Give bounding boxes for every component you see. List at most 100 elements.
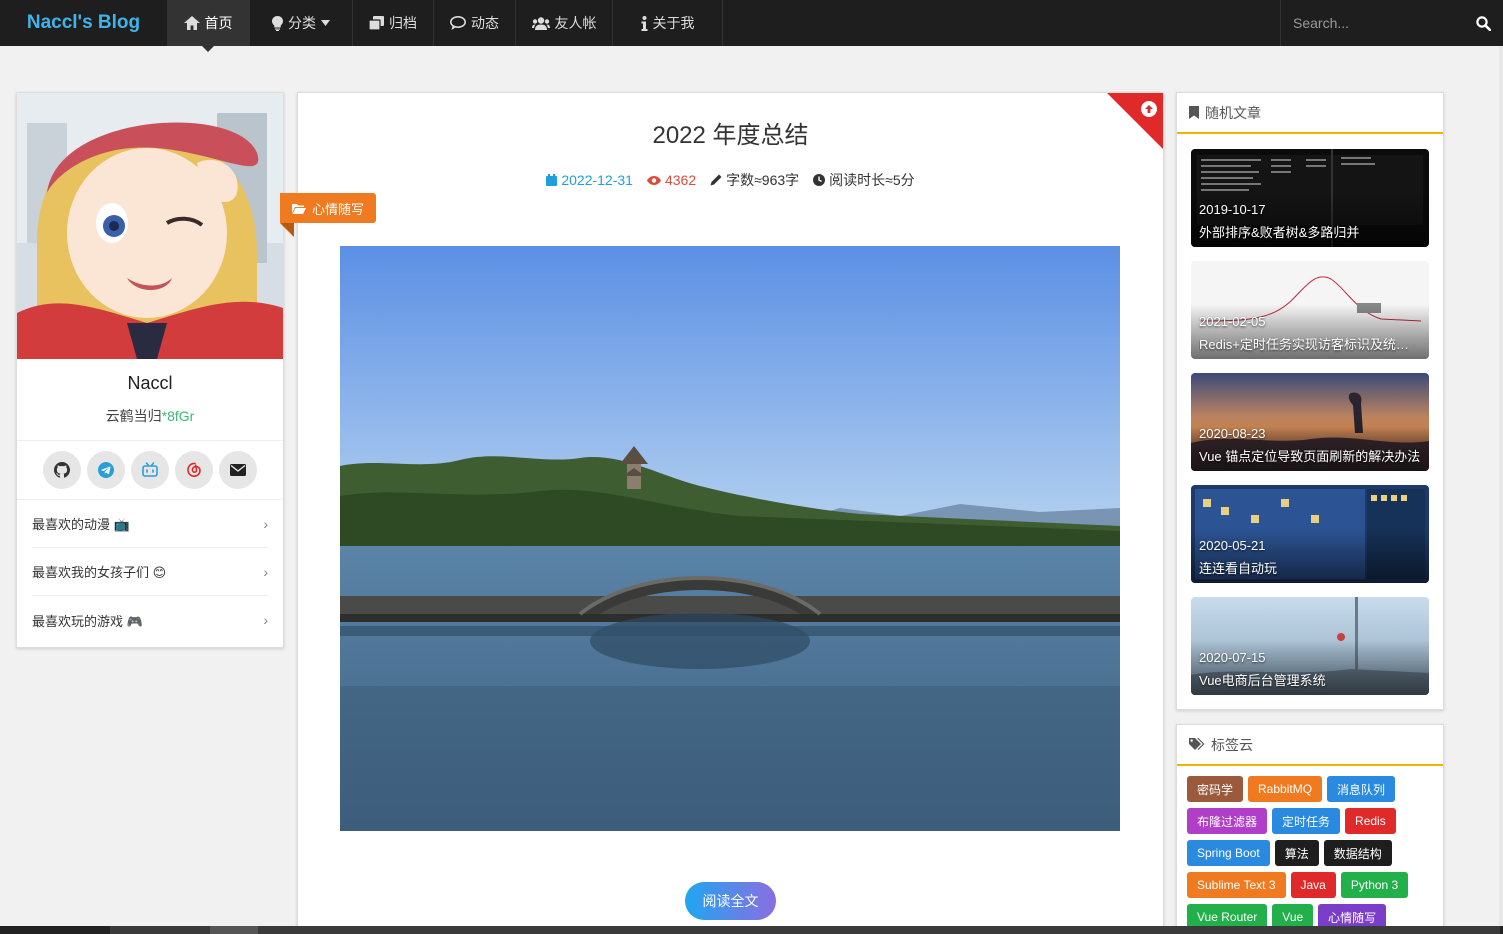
telegram-icon	[98, 462, 114, 478]
tag-item[interactable]: 算法	[1274, 840, 1319, 866]
post-title: 连连看自动玩	[1199, 561, 1278, 576]
random-post-card[interactable]: 2019-10-17 外部排序&败者树&多路归并	[1191, 149, 1429, 247]
nav-home[interactable]: 首页	[167, 0, 250, 52]
post-date: 2019-10-17	[1199, 202, 1266, 217]
post-title: 外部排序&败者树&多路归并	[1199, 225, 1360, 240]
search-box	[1280, 0, 1503, 46]
tag-item[interactable]: 布隆过滤器	[1187, 808, 1268, 834]
tag-item[interactable]: Redis	[1345, 808, 1396, 834]
article-meta: 2022-12-31 4362 字数≈963字 阅读时长≈5分	[298, 170, 1163, 190]
profile-name: Naccl	[127, 373, 173, 393]
page-scrollbar[interactable]	[1499, 46, 1503, 934]
email-link[interactable]	[219, 451, 257, 489]
post-date: 2020-05-21	[1199, 538, 1266, 553]
article-read-time: 阅读时长≈5分	[813, 170, 915, 190]
search-input[interactable]	[1293, 15, 1453, 31]
profile-motto: 云鹤当归*8fGr	[105, 408, 195, 424]
random-post-card[interactable]: 2020-05-21 连连看自动玩	[1191, 485, 1429, 583]
arrow-up-icon	[1141, 101, 1157, 117]
article-card: 2022 年度总结 2022-12-31 4362 字数≈963字 阅读时长≈5…	[280, 92, 1164, 934]
social-links	[17, 440, 283, 500]
avatar	[17, 93, 283, 359]
tag-item[interactable]: RabbitMQ	[1248, 776, 1323, 802]
nav-home-label: 首页	[204, 15, 233, 31]
bilibili-icon	[142, 462, 158, 477]
github-link[interactable]	[43, 451, 81, 489]
article-title[interactable]: 2022 年度总结	[298, 115, 1163, 150]
article-views: 4362	[646, 170, 696, 190]
eye-icon	[646, 175, 661, 185]
telegram-link[interactable]	[87, 451, 125, 489]
netease-music-icon	[187, 462, 201, 478]
tag-item[interactable]: Java	[1290, 872, 1336, 898]
post-date: 2021-02-05	[1199, 314, 1266, 329]
random-posts-panel: 随机文章 2019-10-17 外部排序&败者树&多路归并 2021-02-05…	[1176, 92, 1444, 710]
tag-item[interactable]: 数据结构	[1323, 840, 1392, 866]
clock-icon	[813, 174, 826, 186]
favorites-list: 最喜欢的动漫 📺 › 最喜欢我的女孩子们 😊 › 最喜欢玩的游戏 🎮 ›	[17, 500, 283, 644]
scrollbar-thumb[interactable]	[210, 926, 258, 934]
chevron-right-icon: ›	[263, 563, 268, 580]
post-date: 2020-07-15	[1199, 650, 1266, 665]
bilibili-link[interactable]	[131, 451, 169, 489]
nav-friends[interactable]: 友人帐	[516, 0, 613, 46]
nav-archive-label: 归档	[389, 15, 417, 31]
favorite-girls-item[interactable]: 最喜欢我的女孩子们 😊 ›	[32, 548, 268, 596]
home-icon	[183, 16, 200, 30]
bookmark-icon	[1189, 106, 1199, 119]
profile-card: Naccl 云鹤当归*8fGr 最喜欢的动漫 📺 › 最喜欢我的女孩子们 😊 ›…	[16, 92, 284, 648]
tag-item[interactable]: 密码学	[1187, 776, 1244, 802]
read-more-button[interactable]: 阅读全文	[685, 882, 776, 920]
archive-icon	[369, 16, 384, 30]
nav-friends-label: 友人帐	[554, 15, 597, 31]
netease-music-link[interactable]	[175, 451, 213, 489]
pencil-icon	[710, 174, 722, 186]
article-cover-image[interactable]	[340, 246, 1120, 831]
random-post-card[interactable]: 2020-08-23 Vue 锚点定位导致页面刷新的解决办法	[1191, 373, 1429, 471]
tag-cloud-panel: 标签云 密码学 RabbitMQ 消息队列 布隆过滤器 定时任务 Redis S…	[1176, 724, 1444, 934]
chat-icon	[450, 16, 466, 30]
tag-item[interactable]: Spring Boot	[1187, 840, 1270, 866]
article-date: 2022-12-31	[546, 170, 633, 190]
random-posts-header: 随机文章	[1177, 93, 1443, 134]
tag-item[interactable]: 定时任务	[1272, 808, 1341, 834]
tag-item[interactable]: 消息队列	[1327, 776, 1396, 802]
favorite-games-item[interactable]: 最喜欢玩的游戏 🎮 ›	[32, 596, 268, 644]
folder-open-icon	[292, 203, 306, 214]
nav-archive[interactable]: 归档	[353, 0, 434, 46]
random-post-card[interactable]: 2020-07-15 Vue电商后台管理系统	[1191, 597, 1429, 695]
pinned-ribbon	[1107, 93, 1163, 149]
nav-moments-label: 动态	[471, 15, 499, 31]
tag-cloud-header: 标签云	[1177, 725, 1443, 766]
post-title: Vue 锚点定位导致页面刷新的解决办法	[1199, 449, 1421, 464]
site-brand[interactable]: Naccl's Blog	[0, 0, 167, 46]
tag-item[interactable]: Python 3	[1340, 872, 1409, 898]
favorite-anime-item[interactable]: 最喜欢的动漫 📺 ›	[32, 500, 268, 548]
tag-list: 密码学 RabbitMQ 消息队列 布隆过滤器 定时任务 Redis Sprin…	[1177, 766, 1443, 930]
category-label[interactable]: 心情随写	[280, 193, 377, 237]
info-icon	[641, 15, 647, 31]
email-icon	[230, 464, 246, 476]
calendar-icon	[546, 174, 558, 186]
nav-about-label: 关于我	[652, 15, 695, 31]
post-date: 2020-08-23	[1199, 426, 1266, 441]
caret-down-icon	[321, 20, 330, 26]
top-navbar: Naccl's Blog 首页 分类 归档 动态 友人帐 关于我	[0, 0, 1503, 52]
nav-categories[interactable]: 分类	[250, 0, 353, 46]
lightbulb-icon	[272, 15, 283, 31]
horizontal-scrollbar[interactable]	[0, 926, 1503, 934]
nav-moments[interactable]: 动态	[434, 0, 516, 46]
github-icon	[54, 462, 70, 478]
tag-item[interactable]: Sublime Text 3	[1187, 872, 1286, 898]
chevron-right-icon: ›	[263, 612, 268, 628]
tags-icon	[1189, 738, 1205, 750]
post-title: Vue电商后台管理系统	[1199, 673, 1326, 688]
nav-categories-label: 分类	[288, 15, 316, 31]
article-word-count: 字数≈963字	[710, 170, 799, 190]
nav-about[interactable]: 关于我	[613, 0, 723, 46]
users-icon	[531, 16, 550, 30]
random-post-card[interactable]: 2021-02-05 Redis+定时任务实现访客标识及统计PV...	[1191, 261, 1429, 359]
chevron-right-icon: ›	[263, 515, 268, 532]
post-title: Redis+定时任务实现访客标识及统计PV...	[1199, 337, 1421, 352]
search-icon[interactable]	[1476, 15, 1491, 31]
